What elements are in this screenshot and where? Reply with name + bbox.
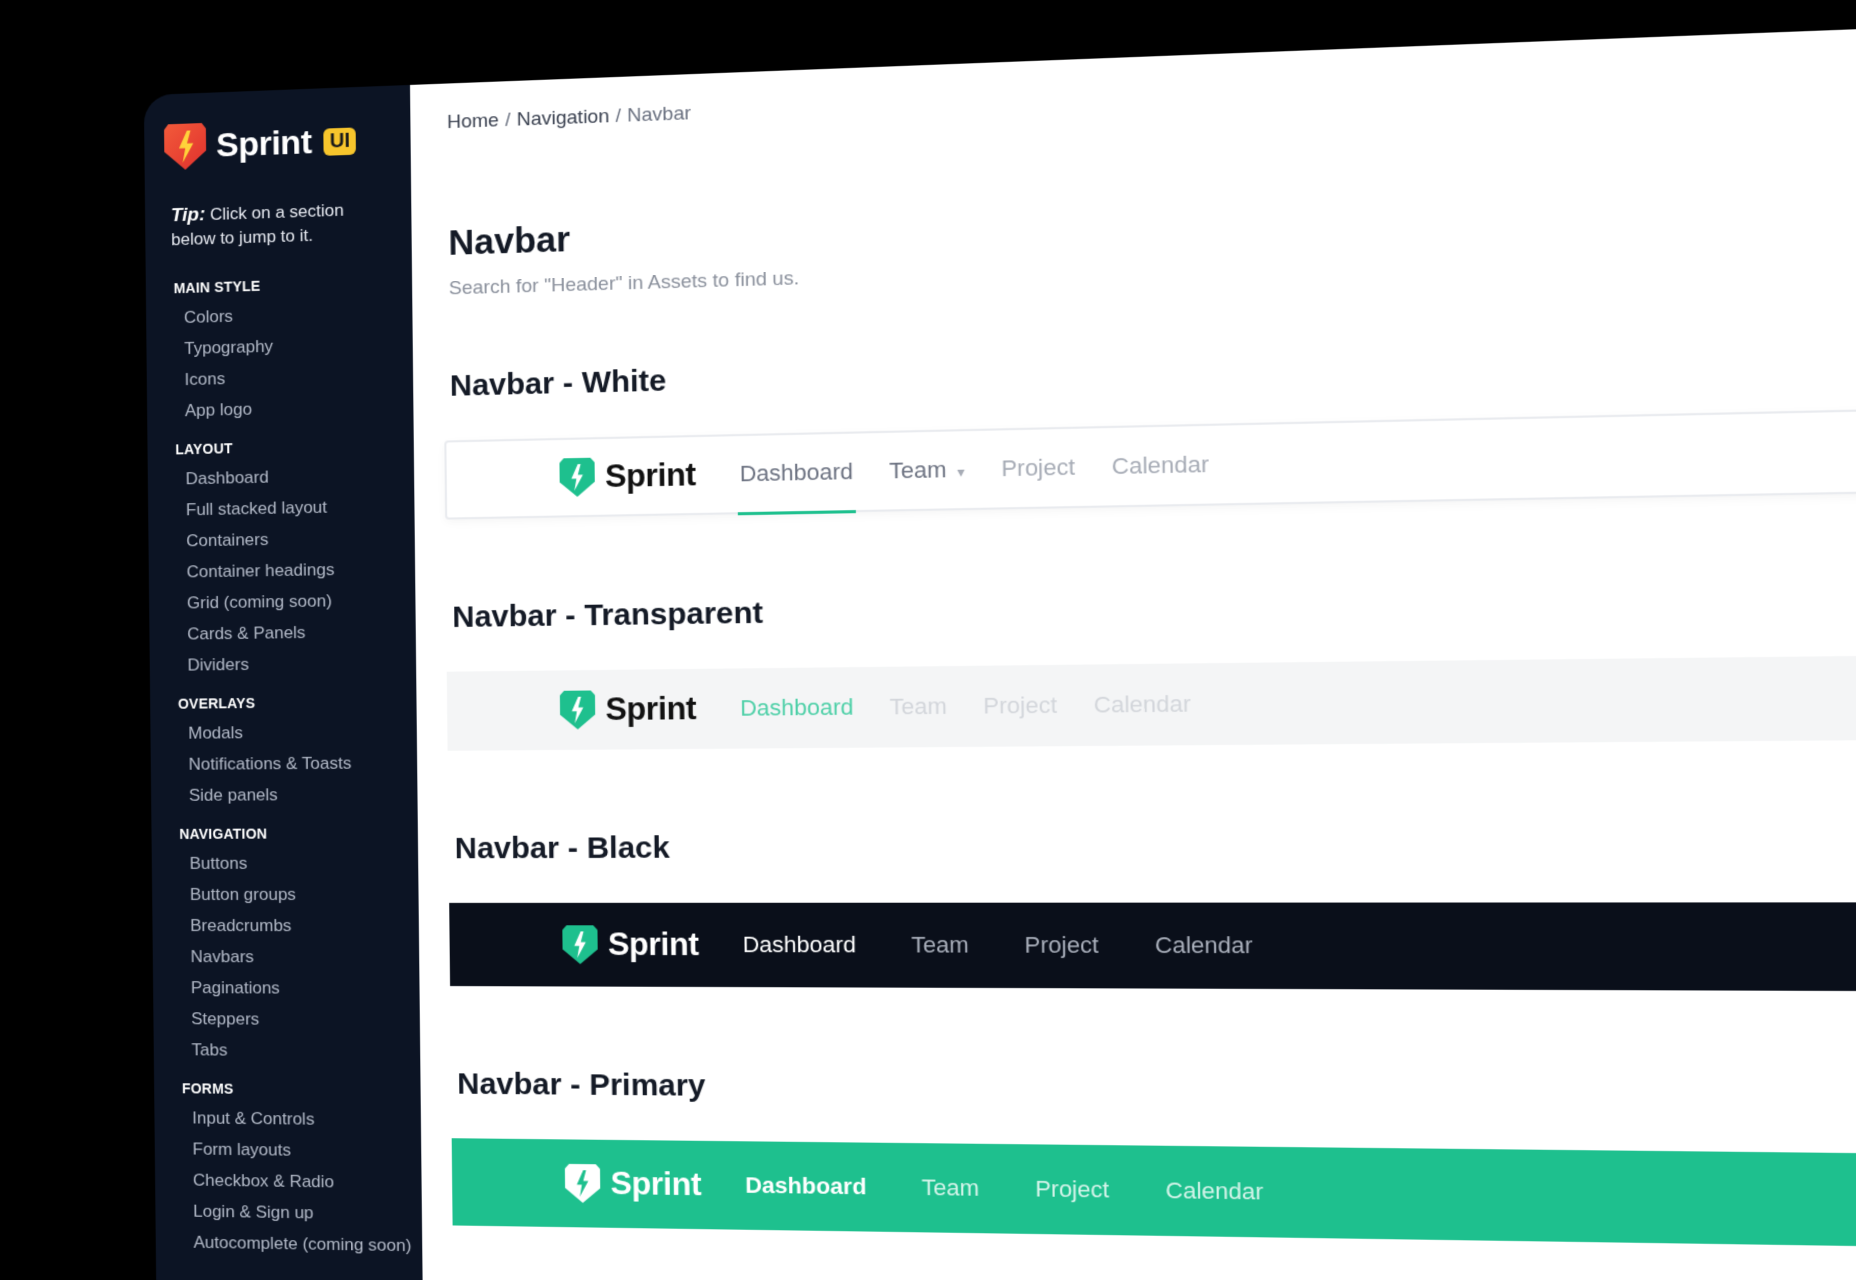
sidebar-item-navbars[interactable]: Navbars: [190, 947, 419, 968]
lightning-shield-icon: [164, 123, 206, 171]
nav-link-calendar[interactable]: Calendar: [1094, 691, 1191, 719]
logo-text: Sprint: [607, 926, 699, 963]
section-title-primary: Navbar - Primary: [457, 1067, 706, 1103]
sidebar-item-breadcrumbs[interactable]: Breadcrumbs: [190, 916, 419, 936]
nav-link-calendar[interactable]: Calendar: [1166, 1177, 1264, 1206]
section-title-white: Navbar - White: [449, 363, 667, 403]
nav-link-team[interactable]: Team: [911, 932, 969, 959]
navbar-primary: Sprint Dashboard Team Project Calendar: [451, 1138, 1856, 1249]
breadcrumb-current: Navbar: [627, 102, 692, 127]
sidebar-heading: OVERLAYS: [177, 694, 256, 712]
sidebar-item-steppers[interactable]: Steppers: [191, 1009, 420, 1030]
sidebar-item-side-panels[interactable]: Side panels: [189, 784, 418, 805]
navbar-logo[interactable]: Sprint: [560, 689, 697, 729]
sidebar-item-tabs[interactable]: Tabs: [191, 1040, 420, 1062]
sidebar-item-checkbox-radio[interactable]: Checkbox & Radio: [193, 1171, 422, 1194]
sidebar-item-container-headings[interactable]: Container headings: [186, 559, 415, 583]
sidebar-item-login-signup[interactable]: Login & Sign up: [193, 1202, 422, 1225]
sidebar-heading: MAIN STYLE: [173, 277, 261, 297]
nav-link-dashboard[interactable]: Dashboard: [740, 458, 854, 487]
navbar-white: Sprint Dashboard Team ▾ Project Calendar: [444, 406, 1856, 520]
app-window: Sprint UI Tip: Click on a section below …: [143, 24, 1856, 1280]
nav-link-calendar[interactable]: Calendar: [1155, 932, 1253, 959]
nav-link-dashboard[interactable]: Dashboard: [742, 932, 856, 959]
nav-link-team[interactable]: Team ▾: [889, 456, 965, 484]
breadcrumb: Home / Navigation / Navbar: [447, 55, 1856, 134]
nav-link-dashboard[interactable]: Dashboard: [745, 1172, 867, 1200]
sidebar-item-dividers[interactable]: Dividers: [187, 653, 416, 676]
stage: Sprint UI Tip: Click on a section below …: [0, 0, 1856, 1280]
lightning-shield-icon: [562, 925, 598, 964]
sidebar-item-full-stacked-layout[interactable]: Full stacked layout: [186, 496, 415, 520]
navbar-logo[interactable]: Sprint: [565, 1164, 702, 1205]
sidebar-section-forms: FORMS Input & Controls Form layouts Chec…: [172, 1080, 422, 1256]
sidebar: Sprint UI Tip: Click on a section below …: [143, 84, 423, 1280]
sidebar-section-layout: LAYOUT Dashboard Full stacked layout Con…: [165, 436, 416, 676]
logo-text: Sprint: [605, 690, 697, 728]
navbar-logo[interactable]: Sprint: [559, 456, 696, 498]
sidebar-item-button-groups[interactable]: Button groups: [190, 885, 419, 905]
sidebar-heading: FORMS: [181, 1080, 234, 1097]
sidebar-section-navigation: NAVIGATION Buttons Button groups Breadcr…: [169, 825, 420, 1062]
sidebar-item-icons[interactable]: Icons: [184, 364, 413, 390]
breadcrumb-navigation[interactable]: Navigation: [517, 106, 610, 131]
sidebar-item-containers[interactable]: Containers: [186, 527, 415, 551]
sidebar-item-app-logo[interactable]: App logo: [185, 396, 414, 422]
section-title-black: Navbar - Black: [454, 831, 670, 866]
navbar-transparent: Sprint Dashboard Team Project Calendar: [446, 654, 1856, 751]
sidebar-item-colors[interactable]: Colors: [184, 302, 413, 329]
nav-link-project[interactable]: Project: [1024, 932, 1098, 959]
navbar-black: Sprint Dashboard Team Project Calendar: [449, 902, 1856, 992]
sidebar-item-buttons[interactable]: Buttons: [190, 853, 419, 874]
sidebar-item-autocomplete[interactable]: Autocomplete (coming soon): [193, 1233, 422, 1257]
chevron-down-icon: ▾: [957, 463, 965, 481]
nav-link-project[interactable]: Project: [1035, 1176, 1109, 1204]
section-title-transparent: Navbar - Transparent: [452, 596, 764, 635]
sidebar-heading: LAYOUT: [175, 440, 233, 458]
sidebar-item-cards-panels[interactable]: Cards & Panels: [187, 621, 416, 644]
breadcrumb-separator: /: [615, 105, 622, 128]
sidebar-item-input-controls[interactable]: Input & Controls: [192, 1108, 421, 1130]
nav-link-project[interactable]: Project: [983, 692, 1057, 720]
lightning-shield-icon: [560, 690, 596, 729]
main-content: Home / Navigation / Navbar Navbar Search for…: [410, 24, 1856, 1280]
nav-link-calendar[interactable]: Calendar: [1112, 451, 1210, 480]
sidebar-item-paginations[interactable]: Paginations: [191, 978, 420, 999]
logo-text: Sprint: [604, 456, 696, 495]
nav-link-dashboard[interactable]: Dashboard: [740, 694, 854, 722]
brand-badge: UI: [323, 126, 357, 156]
sidebar-item-grid[interactable]: Grid (coming soon): [187, 590, 416, 613]
sidebar-item-dashboard[interactable]: Dashboard: [186, 464, 415, 489]
nav-link-project[interactable]: Project: [1001, 454, 1075, 483]
tip-label: Tip:: [170, 204, 206, 227]
sidebar-tip: Tip: Click on a section below to jump to…: [171, 198, 372, 253]
nav-link-team[interactable]: Team: [889, 693, 947, 720]
sidebar-item-notifications-toasts[interactable]: Notifications & Toasts: [188, 753, 417, 775]
sidebar-section-overlays: OVERLAYS Modals Notifications & Toasts S…: [168, 693, 418, 806]
breadcrumb-home[interactable]: Home: [447, 110, 499, 133]
nav-link-label: Team: [889, 456, 947, 484]
brand[interactable]: Sprint UI: [164, 115, 411, 170]
brand-name: Sprint: [215, 122, 312, 165]
sidebar-item-modals[interactable]: Modals: [188, 722, 417, 744]
logo-text: Sprint: [610, 1165, 702, 1203]
lightning-shield-icon: [559, 458, 595, 497]
lightning-shield-icon: [565, 1164, 601, 1203]
sidebar-item-typography[interactable]: Typography: [184, 333, 413, 359]
navbar-logo[interactable]: Sprint: [562, 925, 699, 964]
nav-link-team[interactable]: Team: [922, 1174, 980, 1202]
breadcrumb-separator: /: [504, 109, 511, 132]
sidebar-section-main-style: MAIN STYLE Colors Typography Icons App l…: [164, 273, 414, 421]
sidebar-heading: NAVIGATION: [179, 825, 268, 842]
sidebar-item-form-layouts[interactable]: Form layouts: [192, 1139, 421, 1162]
